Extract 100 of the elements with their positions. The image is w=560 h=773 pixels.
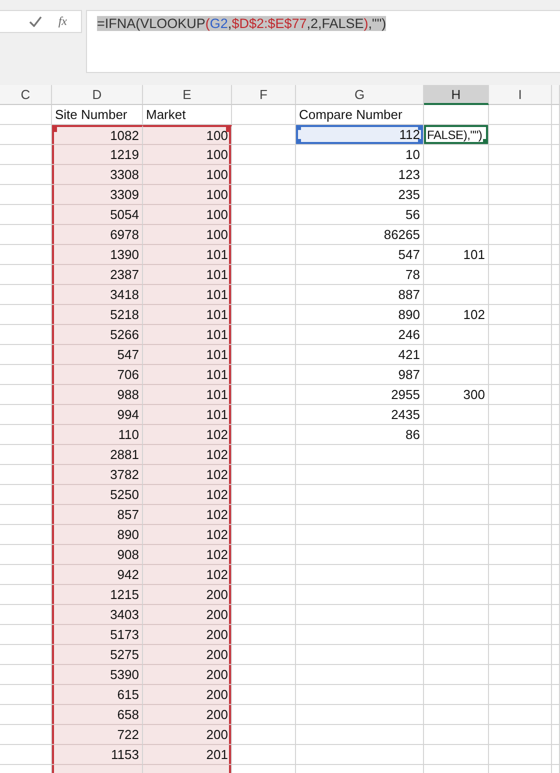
table-cell: 5173 bbox=[52, 625, 143, 645]
empty-cell bbox=[489, 305, 552, 325]
checkmark-icon[interactable] bbox=[29, 16, 42, 27]
table-cell: 300 bbox=[424, 385, 489, 405]
table-cell: 101 bbox=[143, 265, 232, 285]
table-cell: 890 bbox=[52, 525, 143, 545]
table-cell: 1082 bbox=[52, 125, 143, 145]
table-cell: 988 bbox=[52, 385, 143, 405]
empty-cell bbox=[489, 385, 552, 405]
table-cell: 100 bbox=[143, 185, 232, 205]
empty-cell bbox=[489, 705, 552, 725]
table-cell: 100 bbox=[143, 225, 232, 245]
empty-cell bbox=[489, 625, 552, 645]
table-cell: 6978 bbox=[52, 225, 143, 245]
table-cell: 5266 bbox=[52, 325, 143, 345]
empty-cell bbox=[489, 265, 552, 285]
empty-cell bbox=[489, 745, 552, 765]
empty-cell bbox=[489, 245, 552, 265]
table-cell: 101 bbox=[143, 385, 232, 405]
table-cell: 942 bbox=[52, 565, 143, 585]
table-cell: 3309 bbox=[52, 185, 143, 205]
table-cell: 102 bbox=[143, 425, 232, 445]
table-cell: 102 bbox=[143, 505, 232, 525]
table-cell: 1215 bbox=[52, 585, 143, 605]
empty-cell bbox=[232, 105, 296, 125]
table-cell: 615 bbox=[52, 685, 143, 705]
selected-cell[interactable]: 112 bbox=[296, 125, 424, 145]
table-cell: 101 bbox=[143, 345, 232, 365]
table-cell: 100 bbox=[143, 145, 232, 165]
table-cell: 101 bbox=[143, 285, 232, 305]
table-cell: 2387 bbox=[52, 265, 143, 285]
empty-cell bbox=[489, 725, 552, 745]
table-cell: 1390 bbox=[52, 245, 143, 265]
table-cell: 1219 bbox=[52, 145, 143, 165]
empty-cell bbox=[489, 325, 552, 345]
empty-cell bbox=[489, 285, 552, 305]
column-header[interactable]: E bbox=[143, 85, 232, 105]
empty-cell bbox=[489, 665, 552, 685]
table-cell: 200 bbox=[143, 585, 232, 605]
table-cell: 5275 bbox=[52, 645, 143, 665]
empty-cell bbox=[489, 185, 552, 205]
empty-cell bbox=[489, 425, 552, 445]
table-cell: 200 bbox=[143, 685, 232, 705]
table-cell: 5218 bbox=[52, 305, 143, 325]
empty-cell bbox=[489, 445, 552, 465]
table-cell: 102 bbox=[424, 305, 489, 325]
column-header[interactable]: C bbox=[0, 85, 52, 105]
table-cell: 3418 bbox=[52, 285, 143, 305]
table-cell: 5250 bbox=[52, 485, 143, 505]
empty-cell bbox=[489, 145, 552, 165]
empty-cell bbox=[489, 465, 552, 485]
empty-cell bbox=[489, 605, 552, 625]
empty-cell bbox=[489, 345, 552, 365]
empty-cell bbox=[489, 645, 552, 665]
table-cell: 246 bbox=[296, 325, 424, 345]
table-cell: 658 bbox=[52, 705, 143, 725]
empty-cell bbox=[0, 105, 52, 125]
empty-cell bbox=[489, 585, 552, 605]
table-cell: 101 bbox=[143, 305, 232, 325]
table-cell: 102 bbox=[143, 565, 232, 585]
empty-cell bbox=[489, 565, 552, 585]
empty-cell bbox=[489, 365, 552, 385]
table-cell: 101 bbox=[143, 405, 232, 425]
column-header[interactable]: G bbox=[296, 85, 424, 105]
table-cell: 2435 bbox=[296, 405, 424, 425]
table-cell: 10 bbox=[296, 145, 424, 165]
empty-cell bbox=[489, 405, 552, 425]
table-cell: 123 bbox=[296, 165, 424, 185]
table-cell: 235 bbox=[296, 185, 424, 205]
table-cell: 200 bbox=[143, 625, 232, 645]
table-cell: 100 bbox=[143, 205, 232, 225]
table-cell: 3782 bbox=[52, 465, 143, 485]
empty-cell bbox=[489, 105, 552, 125]
table-cell: 5054 bbox=[52, 205, 143, 225]
table-cell: 110 bbox=[52, 425, 143, 445]
table-cell: 200 bbox=[143, 725, 232, 745]
table-cell: 5390 bbox=[52, 665, 143, 685]
table-cell: 200 bbox=[143, 645, 232, 665]
column-header[interactable]: I bbox=[489, 85, 552, 105]
table-cell: 102 bbox=[143, 525, 232, 545]
empty-cell bbox=[489, 205, 552, 225]
table-cell: 200 bbox=[143, 605, 232, 625]
empty-cell bbox=[489, 545, 552, 565]
formula-input[interactable]: =IFNA(VLOOKUP(G2,$D$2:$E$77,2,FALSE),"") bbox=[86, 10, 560, 73]
table-cell: 86 bbox=[296, 425, 424, 445]
table-cell: 2881 bbox=[52, 445, 143, 465]
table-cell: 101 bbox=[143, 245, 232, 265]
column-header[interactable]: H bbox=[424, 85, 489, 105]
table-cell: 2955 bbox=[296, 385, 424, 405]
column-header[interactable]: F bbox=[232, 85, 296, 105]
table-cell: 101 bbox=[143, 325, 232, 345]
table-cell: 547 bbox=[52, 345, 143, 365]
table-cell: 890 bbox=[296, 305, 424, 325]
table-cell: 908 bbox=[52, 545, 143, 565]
table-cell: 78 bbox=[296, 265, 424, 285]
empty-cell bbox=[489, 485, 552, 505]
column-header[interactable]: D bbox=[52, 85, 143, 105]
active-cell[interactable]: FALSE),"") bbox=[424, 125, 489, 145]
function-label[interactable]: fx bbox=[58, 14, 67, 29]
table-cell: 722 bbox=[52, 725, 143, 745]
